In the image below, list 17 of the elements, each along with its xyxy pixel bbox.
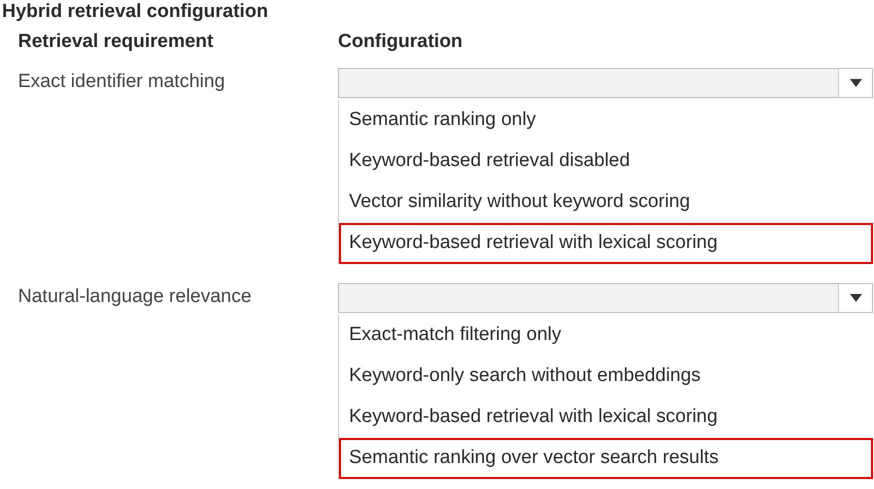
caret-icon [850,294,862,302]
requirement-label: Exact identifier matching [17,70,226,94]
dropdown-option[interactable]: Semantic ranking only [339,100,873,141]
dropdown-option[interactable]: Keyword-based retrieval with lexical scoring [339,397,873,438]
dropdown-option[interactable]: Keyword-only search without embeddings [339,356,873,397]
dropdown-option[interactable]: Exact-match filtering only [339,315,873,356]
dropdown[interactable] [338,283,873,313]
dropdown-option[interactable]: Vector similarity without keyword scoring [339,182,873,223]
dropdown-option[interactable]: Keyword-based retrieval with lexical scoring [339,223,873,264]
dropdown[interactable] [338,68,873,98]
page-title: Hybrid retrieval configuration [1,0,270,24]
column-header: Retrieval requirement [17,30,214,54]
dropdown-option[interactable]: Semantic ranking over vector search results [339,438,873,479]
requirement-label: Natural-language relevance [17,285,252,309]
caret-icon [850,79,862,87]
column-header: Configuration [338,30,463,54]
dropdown-option[interactable]: Keyword-based retrieval disabled [339,141,873,182]
